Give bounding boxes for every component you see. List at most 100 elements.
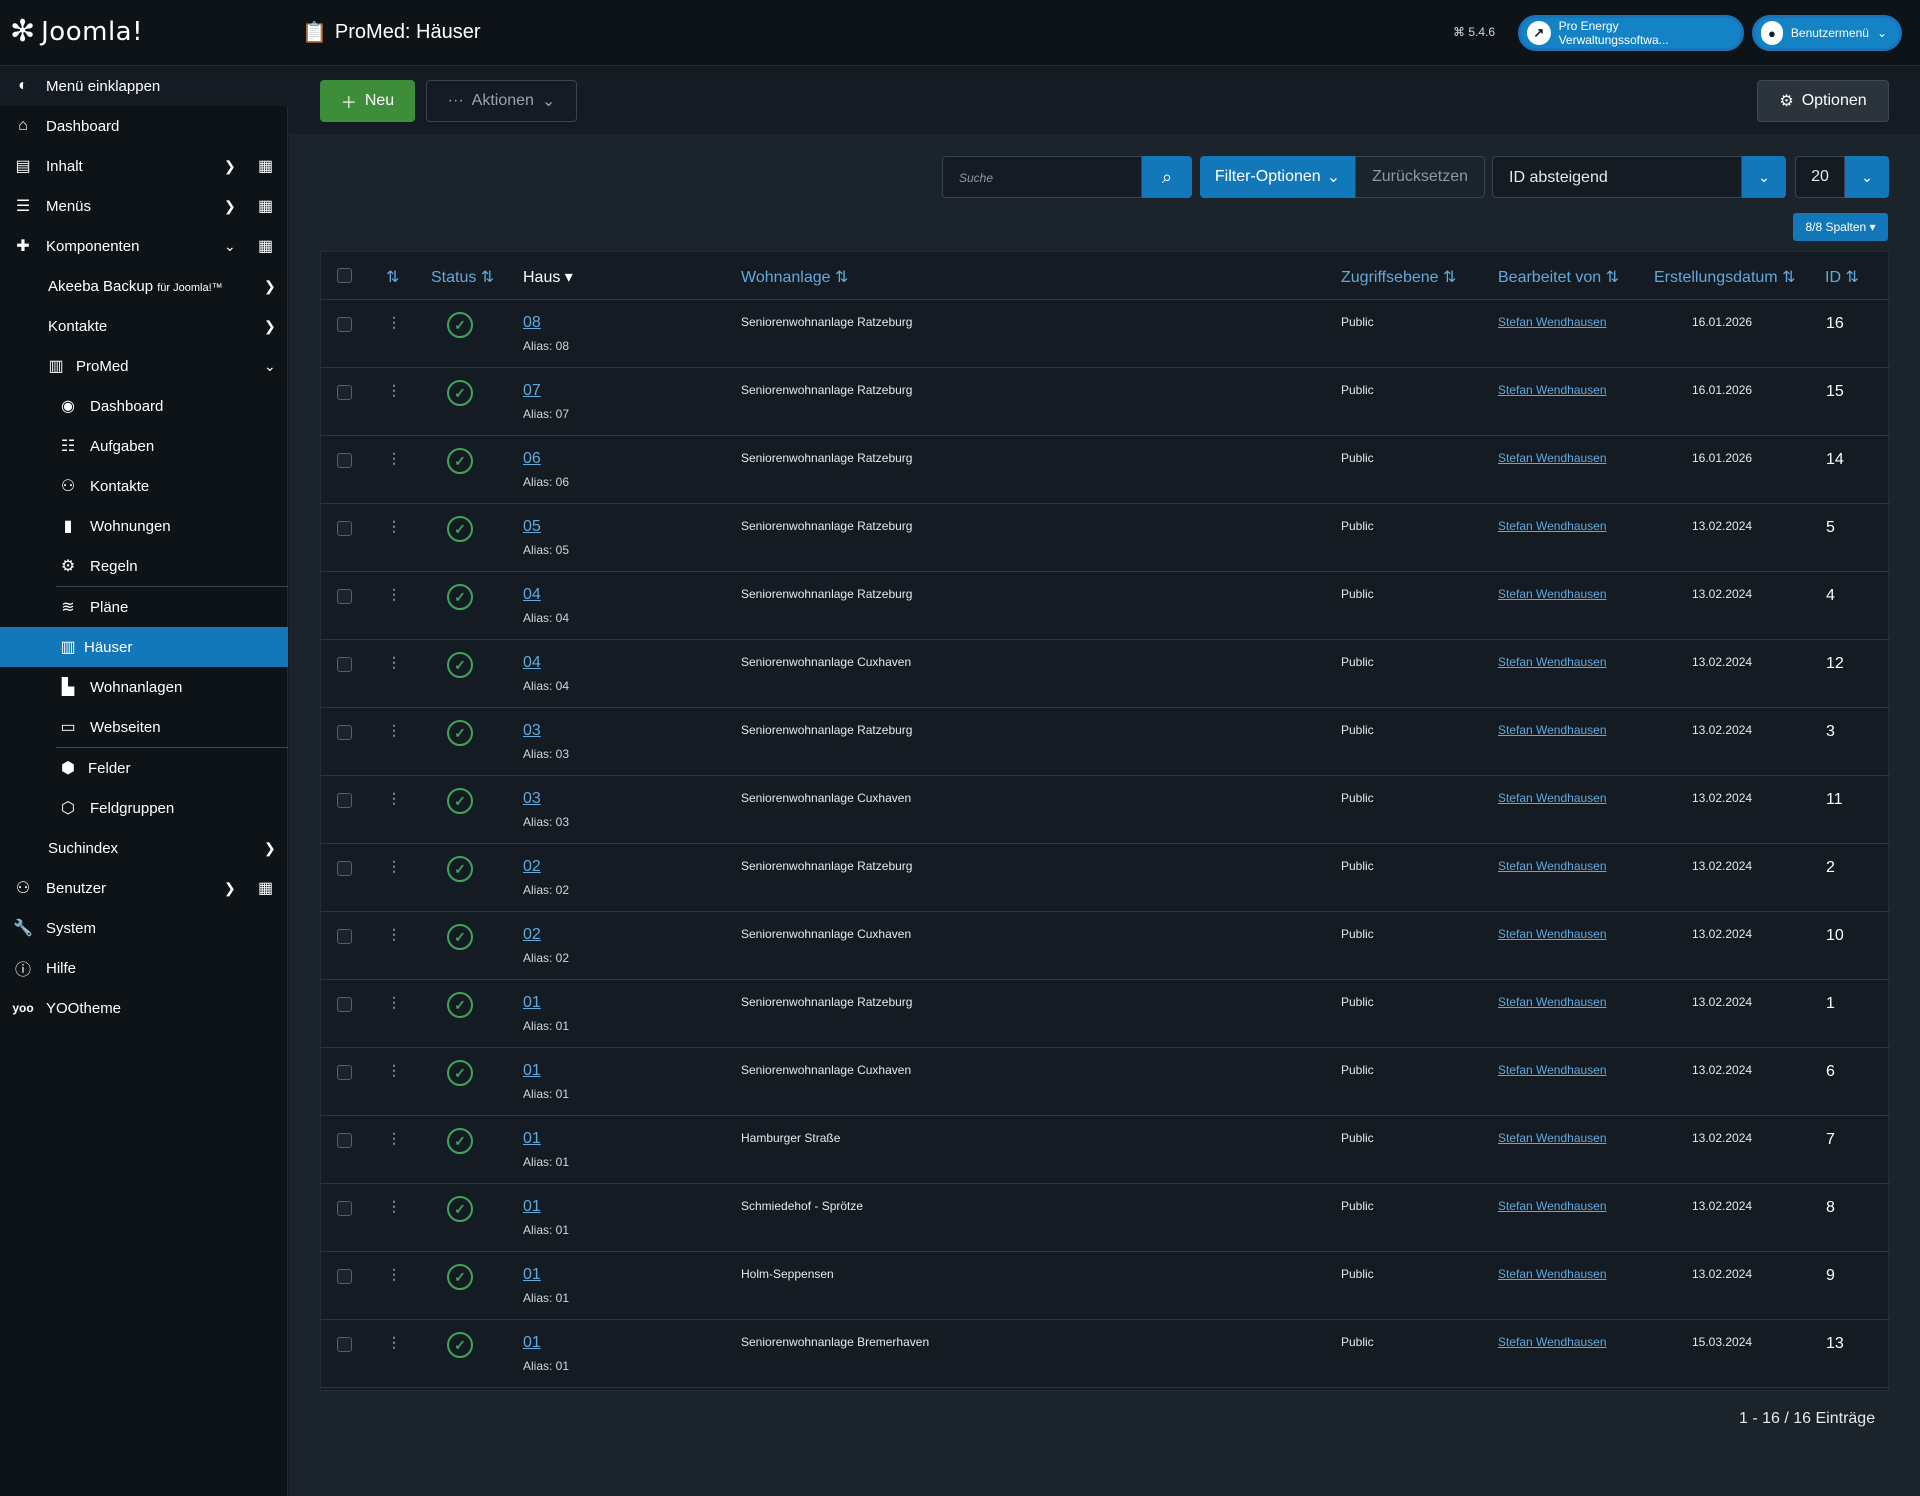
published-status-icon[interactable]: ✓	[447, 1196, 473, 1222]
author-link[interactable]: Stefan Wendhausen	[1498, 1131, 1607, 1145]
sort-dropdown-toggle[interactable]: ⌄	[1742, 156, 1786, 198]
row-checkbox[interactable]	[337, 385, 352, 400]
sidebar-item-aufgaben[interactable]: ☷ Aufgaben	[0, 426, 288, 466]
haus-link[interactable]: 03	[523, 790, 541, 808]
published-status-icon[interactable]: ✓	[447, 856, 473, 882]
row-checkbox[interactable]	[337, 1065, 352, 1080]
new-button[interactable]: ＋ Neu	[320, 80, 415, 122]
sidebar-item-benutzer[interactable]: ⚇ Benutzer ❯ ▦	[0, 868, 288, 908]
sidebar-item-yootheme[interactable]: yoo YOOtheme	[0, 988, 288, 1028]
row-checkbox[interactable]	[337, 317, 352, 332]
select-all-checkbox[interactable]	[337, 268, 352, 283]
sidebar-item-haeuser[interactable]: ▥ Häuser	[0, 627, 288, 667]
drag-handle-icon[interactable]: ⋮	[387, 994, 401, 1011]
row-checkbox[interactable]	[337, 1133, 352, 1148]
published-status-icon[interactable]: ✓	[447, 1264, 473, 1290]
sidebar-item-hilfe[interactable]: ⓘ Hilfe	[0, 948, 288, 988]
row-checkbox[interactable]	[337, 521, 352, 536]
reset-button[interactable]: Zurücksetzen	[1355, 156, 1485, 198]
row-checkbox[interactable]	[337, 861, 352, 876]
haus-link[interactable]: 06	[523, 450, 541, 468]
drag-handle-icon[interactable]: ⋮	[387, 382, 401, 399]
haus-link[interactable]: 03	[523, 722, 541, 740]
th-bearbeitet[interactable]: Bearbeitet von ⇅	[1498, 267, 1619, 287]
row-checkbox[interactable]	[337, 1337, 352, 1352]
sidebar-item-kontakte[interactable]: Kontakte ❯	[0, 306, 288, 346]
search-button[interactable]: ⌕	[1142, 156, 1192, 198]
columns-button[interactable]: 8/8 Spalten ▾	[1793, 213, 1888, 241]
published-status-icon[interactable]: ✓	[447, 1128, 473, 1154]
dashboard-grid-icon[interactable]: ▦	[258, 156, 273, 176]
joomla-logo[interactable]: ✻ Joomla!	[10, 16, 143, 48]
haus-link[interactable]: 01	[523, 1062, 541, 1080]
search-input[interactable]: Suche	[942, 156, 1142, 198]
author-link[interactable]: Stefan Wendhausen	[1498, 655, 1607, 669]
sidebar-item-felder[interactable]: ⬢ Felder	[0, 748, 288, 788]
row-checkbox[interactable]	[337, 657, 352, 672]
dashboard-grid-icon[interactable]: ▦	[258, 236, 273, 256]
row-checkbox[interactable]	[337, 929, 352, 944]
dashboard-grid-icon[interactable]: ▦	[258, 878, 273, 898]
drag-handle-icon[interactable]: ⋮	[387, 926, 401, 943]
sidebar-item-wohnungen[interactable]: ▮ Wohnungen	[0, 506, 288, 546]
author-link[interactable]: Stefan Wendhausen	[1498, 383, 1607, 397]
sidebar-item-plaene[interactable]: ≋ Pläne	[0, 587, 288, 627]
row-checkbox[interactable]	[337, 997, 352, 1012]
drag-handle-icon[interactable]: ⋮	[387, 790, 401, 807]
published-status-icon[interactable]: ✓	[447, 448, 473, 474]
row-checkbox[interactable]	[337, 725, 352, 740]
drag-handle-icon[interactable]: ⋮	[387, 1334, 401, 1351]
haus-link[interactable]: 01	[523, 1130, 541, 1148]
haus-link[interactable]: 08	[523, 314, 541, 332]
author-link[interactable]: Stefan Wendhausen	[1498, 519, 1607, 533]
th-datum[interactable]: Erstellungsdatum ⇅	[1654, 267, 1795, 287]
author-link[interactable]: Stefan Wendhausen	[1498, 451, 1607, 465]
sidebar-item-promed-dashboard[interactable]: ◉ Dashboard	[0, 386, 288, 426]
sidebar-item-suchindex[interactable]: Suchindex ❯	[0, 828, 288, 868]
sidebar-item-komponenten[interactable]: ✚ Komponenten ⌄ ▦	[0, 226, 288, 266]
haus-link[interactable]: 01	[523, 1334, 541, 1352]
published-status-icon[interactable]: ✓	[447, 992, 473, 1018]
haus-link[interactable]: 07	[523, 382, 541, 400]
th-wohnanlage[interactable]: Wohnanlage ⇅	[741, 267, 848, 287]
published-status-icon[interactable]: ✓	[447, 380, 473, 406]
limit-dropdown-toggle[interactable]: ⌄	[1845, 156, 1889, 198]
th-haus[interactable]: Haus ▾	[523, 267, 573, 287]
drag-handle-icon[interactable]: ⋮	[387, 518, 401, 535]
row-checkbox[interactable]	[337, 1269, 352, 1284]
sidebar-item-system[interactable]: 🔧 System	[0, 908, 288, 948]
haus-link[interactable]: 01	[523, 1266, 541, 1284]
actions-button[interactable]: ··· Aktionen ⌄	[426, 80, 577, 122]
sidebar-item-akeeba[interactable]: Akeeba Backup für Joomla!™ ❯	[0, 266, 288, 306]
author-link[interactable]: Stefan Wendhausen	[1498, 1267, 1607, 1281]
haus-link[interactable]: 04	[523, 586, 541, 604]
th-zugriff[interactable]: Zugriffsebene ⇅	[1341, 267, 1456, 287]
author-link[interactable]: Stefan Wendhausen	[1498, 1335, 1607, 1349]
sidebar-item-dashboard[interactable]: ⌂ Dashboard	[0, 106, 288, 146]
haus-link[interactable]: 02	[523, 858, 541, 876]
ordering-sort-icon[interactable]: ⇅	[386, 267, 399, 287]
sidebar-item-regeln[interactable]: ⚙ Regeln	[0, 546, 288, 586]
haus-link[interactable]: 05	[523, 518, 541, 536]
author-link[interactable]: Stefan Wendhausen	[1498, 723, 1607, 737]
published-status-icon[interactable]: ✓	[447, 1332, 473, 1358]
row-checkbox[interactable]	[337, 1201, 352, 1216]
site-link-button[interactable]: ↗ Pro Energy Verwaltungssoftwa...	[1518, 15, 1744, 51]
author-link[interactable]: Stefan Wendhausen	[1498, 859, 1607, 873]
author-link[interactable]: Stefan Wendhausen	[1498, 587, 1607, 601]
drag-handle-icon[interactable]: ⋮	[387, 654, 401, 671]
author-link[interactable]: Stefan Wendhausen	[1498, 791, 1607, 805]
drag-handle-icon[interactable]: ⋮	[387, 450, 401, 467]
drag-handle-icon[interactable]: ⋮	[387, 722, 401, 739]
published-status-icon[interactable]: ✓	[447, 788, 473, 814]
row-checkbox[interactable]	[337, 453, 352, 468]
author-link[interactable]: Stefan Wendhausen	[1498, 315, 1607, 329]
author-link[interactable]: Stefan Wendhausen	[1498, 927, 1607, 941]
sidebar-item-feldgruppen[interactable]: ⬡ Feldgruppen	[0, 788, 288, 828]
published-status-icon[interactable]: ✓	[447, 924, 473, 950]
sidebar-item-webseiten[interactable]: ▭ Webseiten	[0, 707, 288, 747]
user-menu-button[interactable]: ● Benutzermenü ⌄	[1752, 15, 1902, 51]
dashboard-grid-icon[interactable]: ▦	[258, 196, 273, 216]
row-checkbox[interactable]	[337, 793, 352, 808]
drag-handle-icon[interactable]: ⋮	[387, 1130, 401, 1147]
